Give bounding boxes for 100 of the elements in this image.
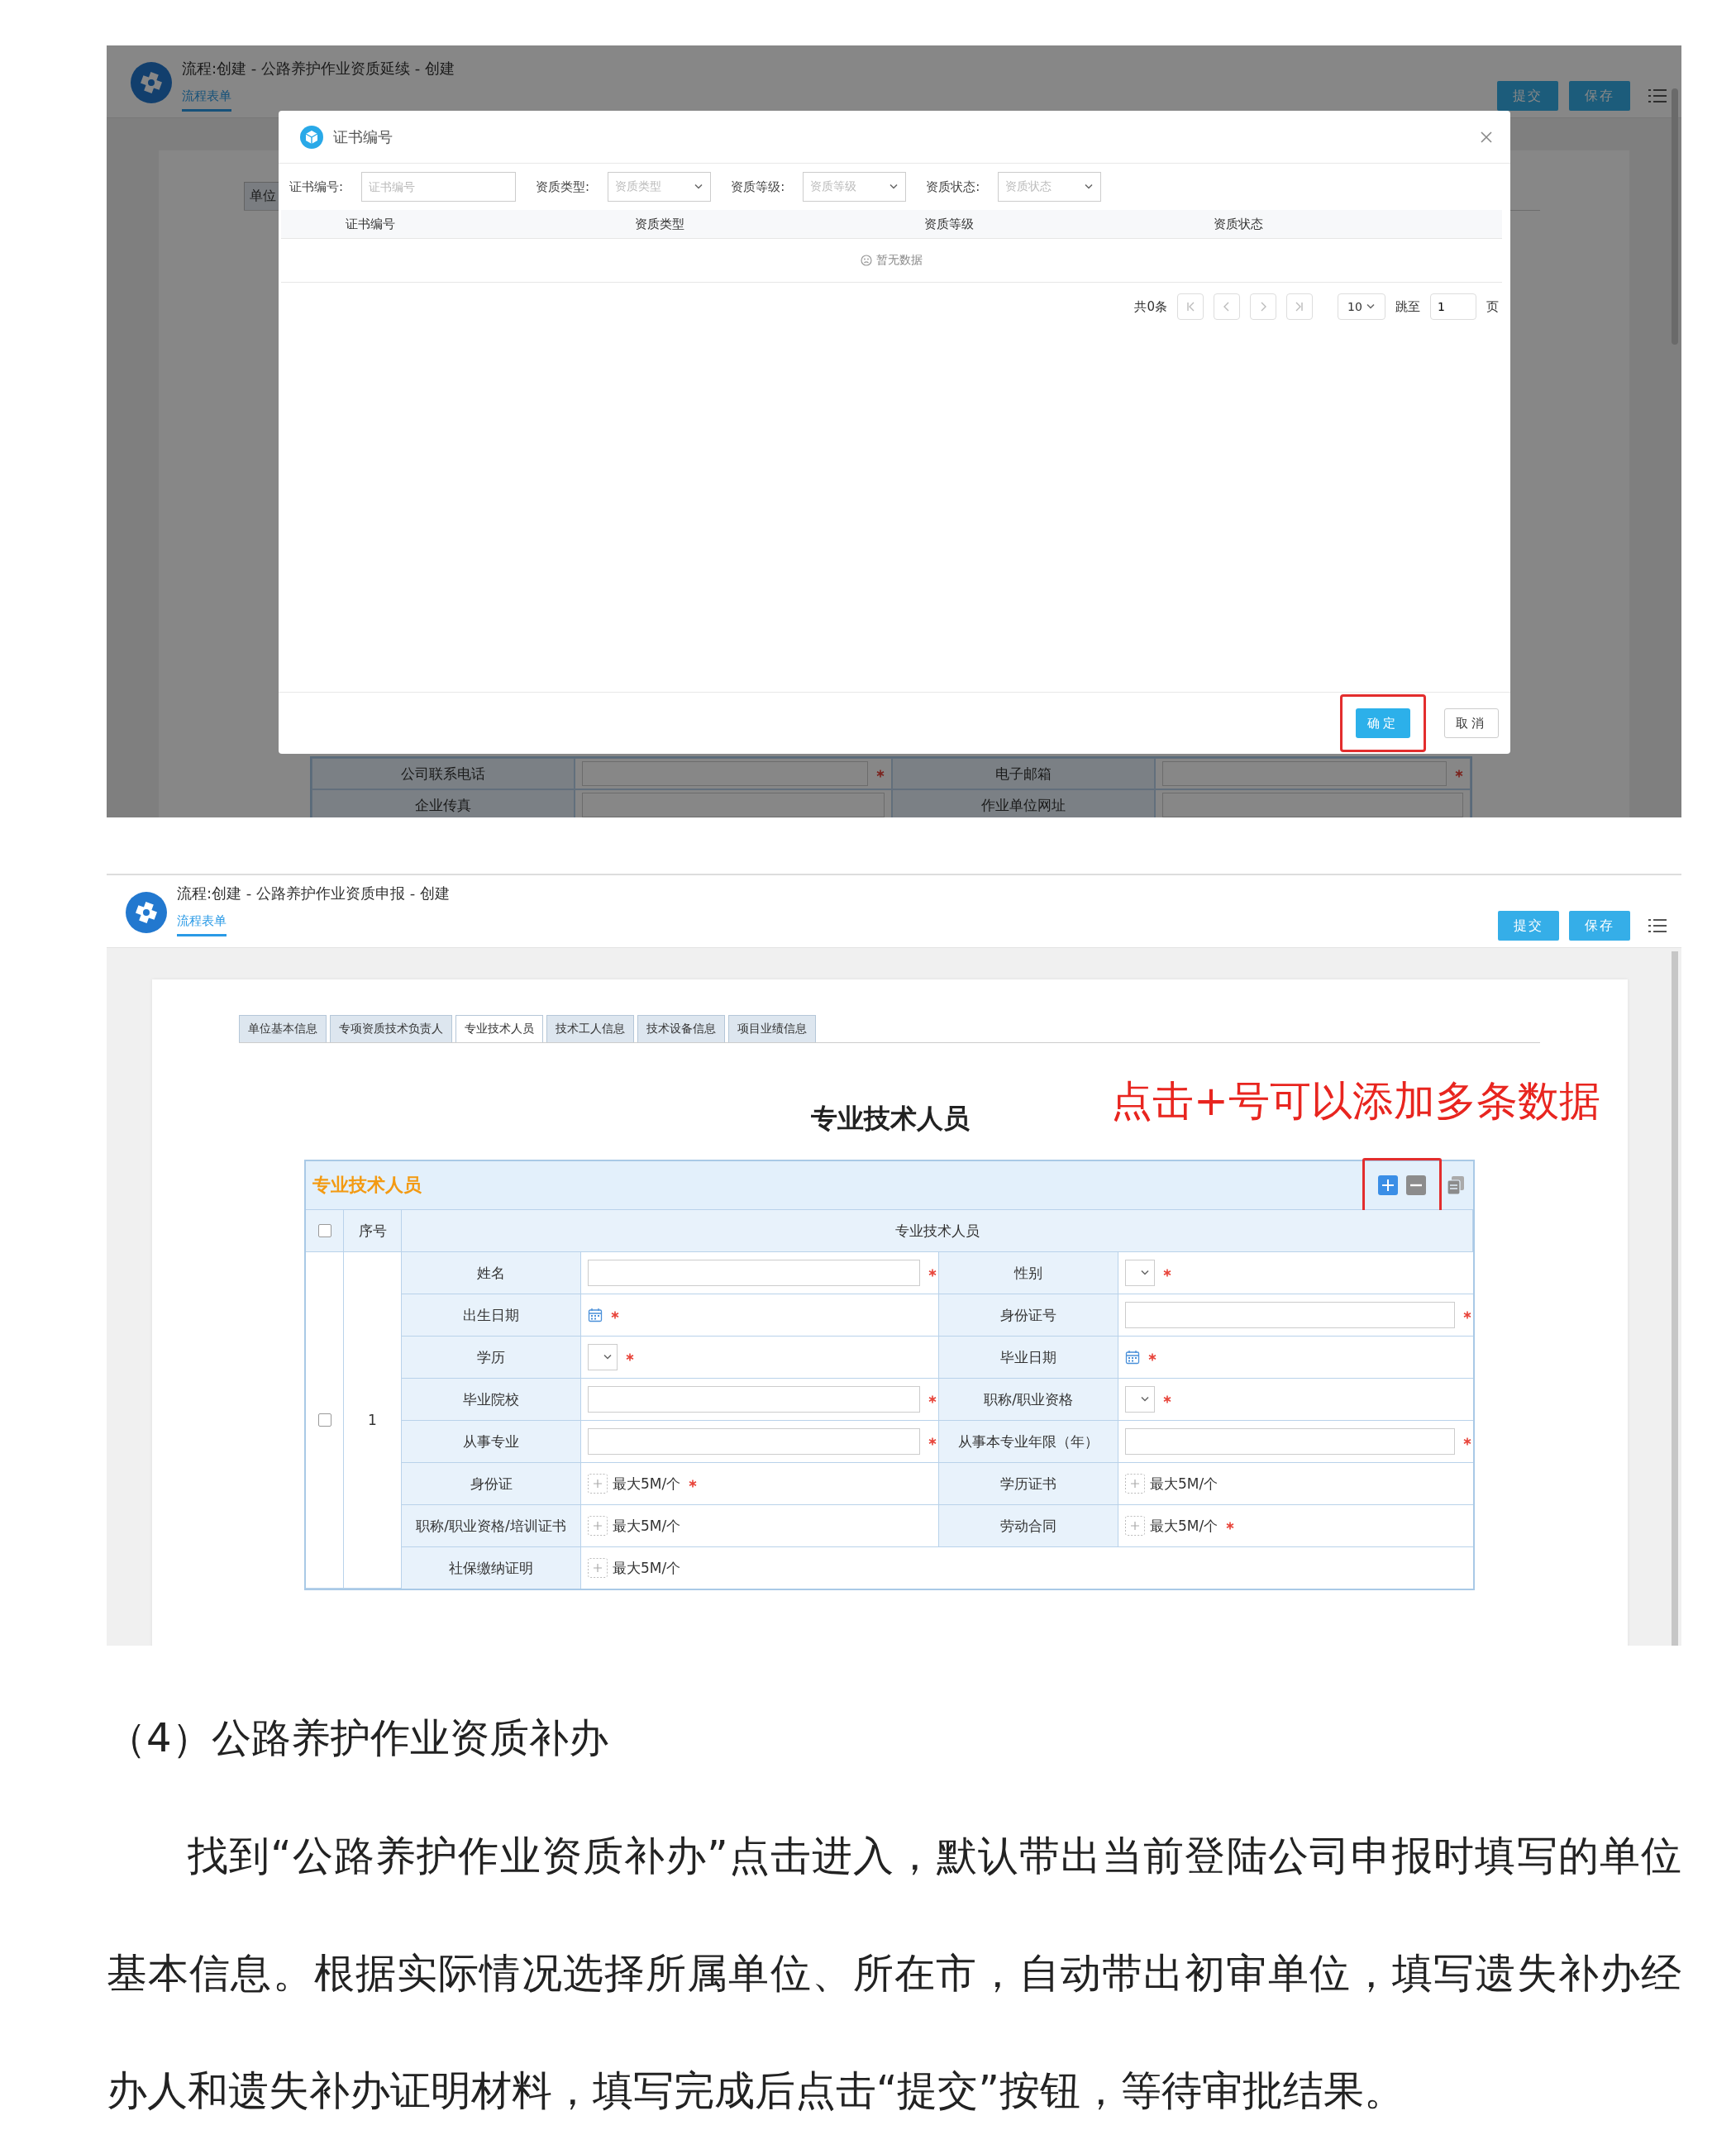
add-icon[interactable] — [1378, 1175, 1398, 1195]
caret-icon — [1140, 1270, 1150, 1276]
close-icon[interactable] — [1479, 129, 1494, 145]
copy-icon[interactable] — [1447, 1175, 1465, 1195]
field-label: 身份证 — [402, 1463, 581, 1505]
section-title: 专业技术人员 — [810, 1102, 970, 1135]
field-label: 公司联系电话 — [312, 758, 575, 789]
cancel-button[interactable]: 取消 — [1444, 708, 1499, 738]
filter-label: 资质类型: — [536, 179, 590, 195]
menu-icon[interactable] — [1648, 918, 1667, 933]
cube-icon — [300, 125, 323, 149]
column-header: 序号 — [344, 1210, 402, 1252]
select-field[interactable] — [588, 1344, 618, 1370]
text-field[interactable] — [588, 1428, 920, 1455]
caret-icon — [889, 183, 899, 190]
caret-icon — [1140, 1396, 1150, 1403]
tab[interactable]: 专项资质技术负责人 — [330, 1015, 452, 1042]
field-label: 企业传真 — [312, 789, 575, 817]
upload-icon[interactable] — [588, 1474, 608, 1494]
text-field[interactable] — [582, 793, 885, 817]
last-page-button[interactable] — [1286, 293, 1313, 320]
scrollbar[interactable] — [1672, 88, 1678, 345]
empty-text: 暂无数据 — [876, 253, 923, 268]
caret-icon — [1365, 303, 1376, 310]
upload-hint: 最大5M/个 — [613, 1516, 681, 1536]
caret-icon — [1084, 183, 1095, 190]
previous-page-button[interactable] — [1214, 293, 1240, 320]
text-field[interactable] — [1162, 761, 1447, 786]
menu-icon[interactable] — [1648, 88, 1667, 103]
text-field[interactable] — [1125, 1302, 1455, 1328]
column-header: 证书编号 — [346, 216, 395, 232]
field-label: 职称/职业资格/培训证书 — [402, 1505, 581, 1547]
caret-icon — [603, 1354, 613, 1360]
caret-icon — [694, 183, 704, 190]
submit-button[interactable]: 提交 — [1498, 911, 1559, 941]
upload-icon[interactable] — [588, 1558, 608, 1578]
table-title: 专业技术人员 — [312, 1174, 422, 1197]
page-unit: 页 — [1486, 298, 1499, 315]
frown-icon — [861, 255, 872, 266]
checkbox[interactable] — [317, 1224, 331, 1237]
tab[interactable]: 技术工人信息 — [546, 1015, 634, 1042]
form-tab[interactable]: 流程表单 — [182, 88, 231, 112]
page-size-select[interactable]: 10 — [1338, 293, 1385, 320]
calendar-icon[interactable] — [1125, 1350, 1140, 1365]
column-header: 资质状态 — [1214, 216, 1263, 232]
upload-hint: 最大5M/个 — [1150, 1474, 1219, 1494]
total-count: 共0条 — [1134, 298, 1167, 315]
field-label: 毕业院校 — [402, 1379, 581, 1421]
body-paragraph: 找到“公路养护作业资质补办”点击进入，默认带出当前登陆公司申报时填写的单位基本信息。根据实际情况选择所属单位、所在市，自动带出初审单位，填写遗失补办经办人和遗失补办证明材料，填写完成后点击“提交”按钮，等待审批结果。 — [107, 1832, 1681, 2116]
tab[interactable]: 技术设备信息 — [637, 1015, 725, 1042]
upload-icon[interactable] — [1125, 1474, 1145, 1494]
field-label: 出生日期 — [402, 1294, 581, 1337]
upload-hint: 最大5M/个 — [613, 1474, 681, 1494]
upload-icon[interactable] — [588, 1516, 608, 1536]
calendar-icon[interactable] — [588, 1308, 603, 1322]
scrollbar[interactable] — [1672, 951, 1678, 1646]
dialog-title: 证书编号 — [333, 126, 393, 147]
first-page-button[interactable] — [1177, 293, 1204, 320]
select-field[interactable] — [1125, 1260, 1155, 1286]
filter-field[interactable]: 证书编号 — [361, 172, 517, 202]
field-label: 从事本专业年限（年） — [939, 1421, 1118, 1463]
field-label: 毕业日期 — [939, 1337, 1118, 1379]
field-label: 性别 — [939, 1252, 1118, 1294]
upload-hint: 最大5M/个 — [1150, 1516, 1219, 1536]
tab[interactable]: 单位基本信息 — [239, 1015, 327, 1042]
text-field[interactable] — [588, 1260, 920, 1286]
save-button[interactable]: 保存 — [1569, 911, 1630, 941]
select-field[interactable] — [1125, 1386, 1155, 1413]
text-field[interactable] — [582, 761, 868, 786]
checkbox[interactable] — [317, 1413, 331, 1427]
logo-icon — [131, 62, 172, 103]
tab[interactable]: 专业技术人员 — [455, 1015, 543, 1042]
window-title: 流程:创建 - 公路养护作业资质申报 - 创建 — [177, 884, 450, 903]
field-label: 职称/职业资格 — [939, 1379, 1118, 1421]
page-field[interactable]: 1 — [1430, 293, 1476, 320]
field-label: 电子邮箱 — [892, 758, 1155, 789]
window-title: 流程:创建 - 公路养护作业资质延续 - 创建 — [182, 59, 455, 79]
field-label: 学历证书 — [939, 1463, 1118, 1505]
upload-icon[interactable] — [1125, 1516, 1145, 1536]
field-label: 从事专业 — [402, 1421, 581, 1463]
field-label: 社保缴纳证明 — [402, 1547, 581, 1589]
confirm-button[interactable]: 确定 — [1356, 708, 1410, 738]
remove-icon[interactable] — [1406, 1175, 1426, 1195]
text-field[interactable] — [1162, 793, 1463, 817]
annotation-text: 点击+号可以添加多条数据 — [1111, 1076, 1600, 1126]
field-label: 身份证号 — [939, 1294, 1118, 1337]
column-header: 资质类型 — [635, 216, 684, 232]
next-page-button[interactable] — [1250, 293, 1276, 320]
logo-icon — [126, 892, 167, 933]
tab[interactable]: 项目业绩信息 — [728, 1015, 816, 1042]
section-heading: （4）公路养护作业资质补办 — [107, 1713, 609, 1762]
jump-label: 跳至 — [1395, 298, 1420, 315]
field-label: 学历 — [402, 1337, 581, 1379]
filter-label: 资质等级: — [731, 179, 785, 195]
field-label: 姓名 — [402, 1252, 581, 1294]
form-tab[interactable]: 流程表单 — [177, 913, 227, 936]
column-header: 专业技术人员 — [402, 1210, 1473, 1252]
text-field[interactable] — [588, 1386, 920, 1413]
text-field[interactable] — [1125, 1428, 1455, 1455]
column-header: 资质等级 — [924, 216, 974, 232]
